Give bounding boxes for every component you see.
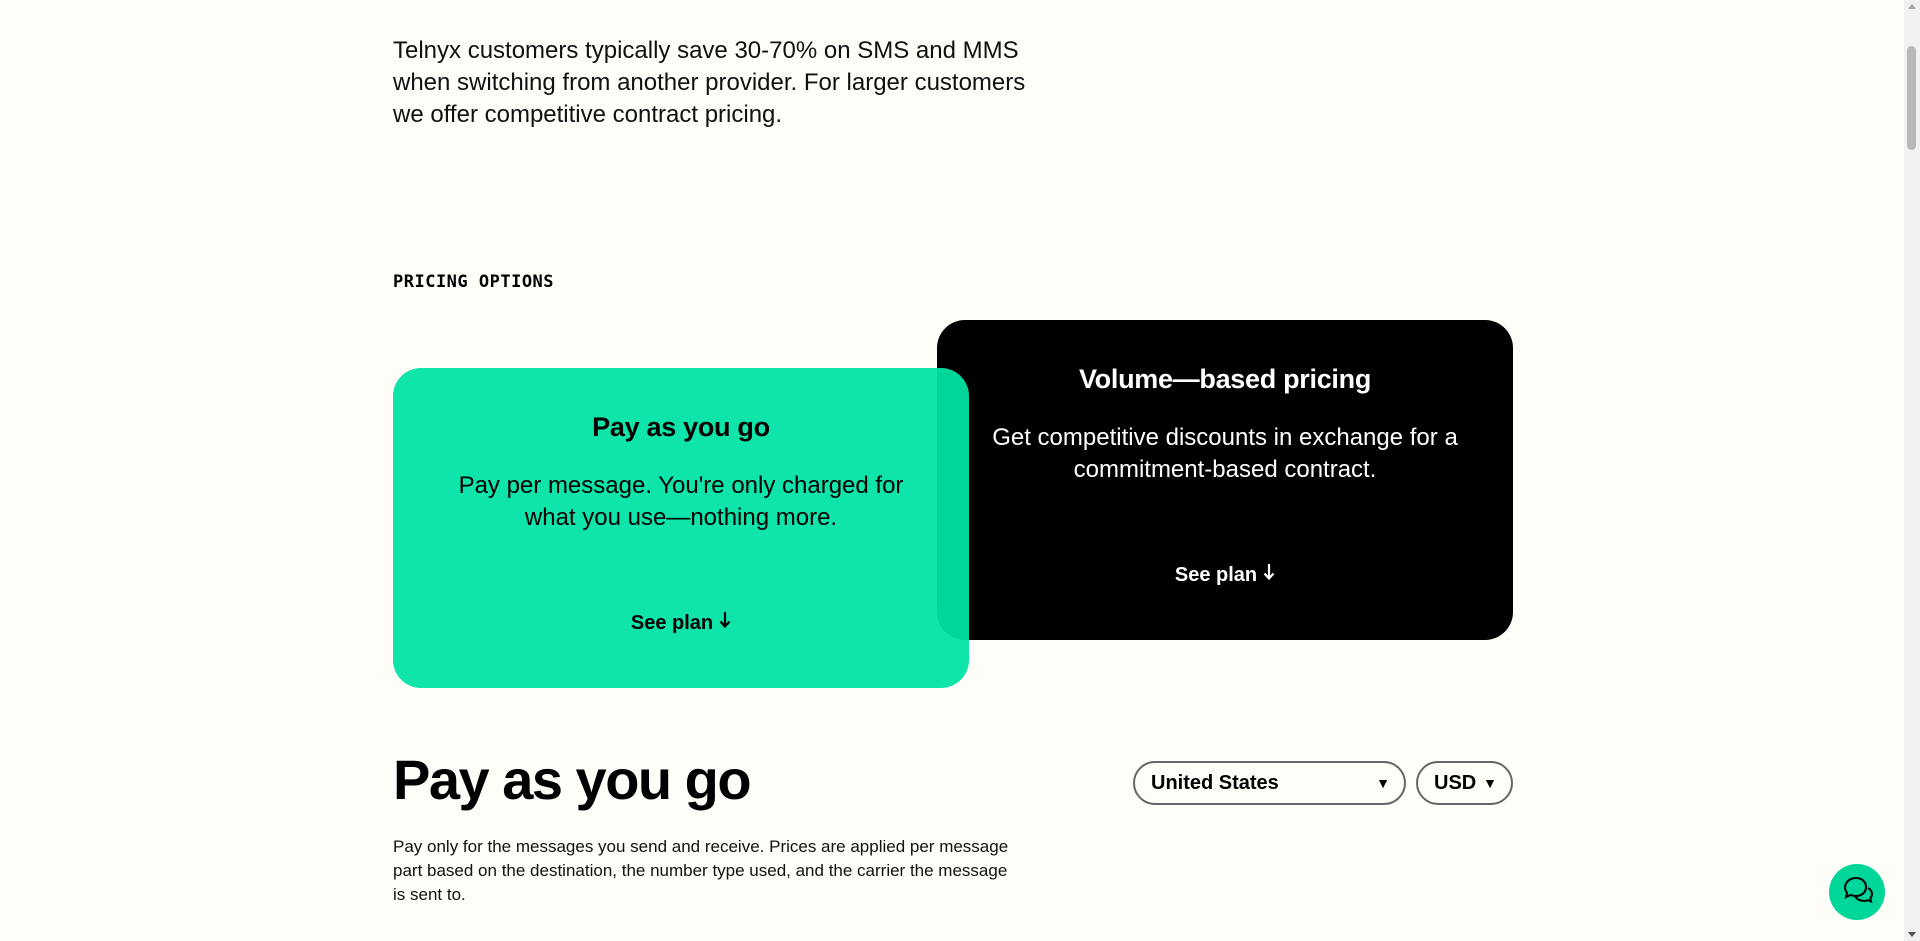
chat-button[interactable] — [1829, 864, 1885, 920]
hero-title-cropped — [393, 0, 1113, 8]
pay-as-you-go-card-title: Pay as you go — [592, 412, 770, 442]
pay-as-you-go-card: Pay as you go Pay per message. You're on… — [393, 368, 969, 688]
pricing-options-label: PRICING OPTIONS — [393, 272, 555, 292]
country-select-value: United States — [1151, 772, 1279, 794]
country-select[interactable]: United States ▼ — [1133, 761, 1406, 805]
section-title: Pay as you go — [393, 748, 752, 811]
currency-select[interactable]: USD ▼ — [1416, 761, 1513, 805]
volume-pricing-description: Get competitive discounts in exchange fo… — [992, 424, 1458, 483]
intro-text: Telnyx customers typically save 30-70% o… — [393, 37, 1026, 128]
section-description: Pay only for the messages you send and r… — [393, 837, 1009, 904]
pay-as-you-go-card-description: Pay per message. You're only charged for… — [458, 472, 904, 531]
pricing-page: Telnyx customers typically save 30-70% o… — [0, 0, 1904, 941]
volume-see-plan-link[interactable]: See plan — [937, 563, 1513, 587]
scrollbar-thumb[interactable] — [1907, 46, 1916, 150]
caret-down-icon: ▼ — [1483, 775, 1497, 791]
scroll-down-icon[interactable] — [1908, 932, 1916, 937]
arrow-down-icon — [1263, 563, 1275, 587]
currency-select-value: USD — [1434, 772, 1477, 794]
caret-down-icon: ▼ — [1376, 775, 1390, 791]
see-plan-label: See plan — [630, 612, 714, 634]
scroll-up-icon[interactable] — [1908, 4, 1916, 9]
see-plan-label: See plan — [1174, 564, 1258, 586]
page-scrollbar[interactable] — [1904, 0, 1920, 941]
volume-pricing-card: Volume—based pricing Get competitive dis… — [937, 320, 1513, 640]
arrow-down-icon — [719, 611, 731, 635]
chat-bubbles-icon — [1841, 874, 1874, 911]
pay-as-you-go-see-plan-link[interactable]: See plan — [393, 611, 969, 635]
volume-pricing-title: Volume—based pricing — [1078, 364, 1372, 394]
